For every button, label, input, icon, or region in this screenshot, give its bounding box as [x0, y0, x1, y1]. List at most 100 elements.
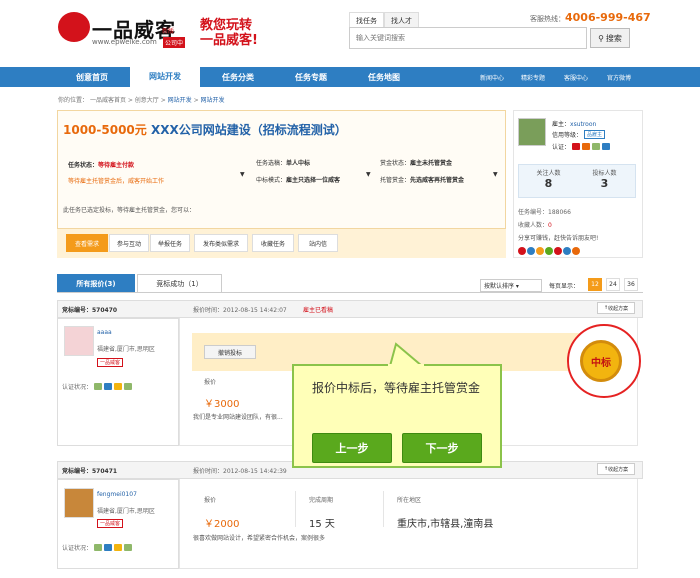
employer-auth: 认证：: [552, 142, 611, 151]
task-mode-label: 中标模式：: [256, 177, 287, 184]
period-value: 15 天: [309, 519, 335, 530]
user-name[interactable]: fengmei0107: [97, 491, 137, 498]
stat-follow-value: 8: [544, 177, 553, 190]
user-location: 福建省,厦门市,思明区: [97, 346, 155, 353]
tab-publish-similar[interactable]: 发布类似需求: [194, 234, 248, 252]
nav-right-weibo[interactable]: 官方微博: [607, 67, 631, 87]
employer-avatar[interactable]: [518, 118, 546, 146]
page-size-12[interactable]: 12: [588, 278, 602, 291]
price-label: 报价: [204, 497, 217, 504]
fav-count-value: 0: [548, 222, 552, 229]
user-name[interactable]: aaaa: [97, 329, 112, 336]
tab-interact[interactable]: 参与互动: [109, 234, 149, 252]
nav-item-creative[interactable]: 创意首页: [57, 67, 127, 87]
task-name: XXX公司网站建设（招标流程测试）: [150, 123, 347, 137]
nav-item-topic[interactable]: 任务专题: [276, 67, 346, 87]
bid-card-header: [57, 300, 643, 318]
page-size-36[interactable]: 36: [624, 278, 638, 291]
task-money: 1000-5000元: [63, 123, 147, 137]
employer-credit: 信用等级： 品雇主: [552, 130, 606, 139]
task-reward-label: 赏金状态：: [380, 160, 411, 167]
employer-auth-icons: [572, 143, 611, 150]
breadcrumb-prefix: 你的位置：: [58, 97, 89, 104]
auth-icon: [124, 544, 133, 551]
employer-credit-badge: 品雇主: [584, 130, 606, 139]
share-icons: [518, 247, 580, 255]
breadcrumb-hall[interactable]: 创意大厅: [135, 97, 159, 104]
task-reward-value: 雇主未托管赏金: [410, 160, 453, 167]
fold-button[interactable]: ↑ 收起方案: [597, 302, 635, 314]
employer-owner-name[interactable]: xsutroon: [570, 121, 596, 128]
cancel-bid-button[interactable]: 撤销投标: [204, 345, 256, 359]
search-input[interactable]: [349, 27, 587, 49]
task-dropdown-1[interactable]: ▼: [240, 171, 245, 178]
nav-item-web-dev[interactable]: 网站开发: [130, 66, 200, 87]
user-auth: 认证状况：: [62, 543, 133, 552]
search-button-label: 搜索: [605, 33, 622, 43]
next-step-button[interactable]: 下一步: [402, 433, 482, 463]
breadcrumb-web[interactable]: 网站开发: [168, 97, 192, 104]
task-status-value: 等待雇主付款: [98, 162, 135, 169]
bid-number: 竞标编号：570471: [62, 468, 118, 475]
search-button[interactable]: ⚲ 搜索: [590, 28, 630, 48]
tab-report[interactable]: 举报任务: [150, 234, 190, 252]
share-qzone-icon[interactable]: [536, 247, 544, 255]
logo-icon[interactable]: [58, 12, 90, 42]
prev-step-button[interactable]: 上一步: [312, 433, 392, 463]
price-value: ￥3000: [204, 399, 240, 410]
fold-label: 收起方案: [608, 305, 629, 312]
price-value: ￥2000: [204, 519, 240, 530]
nav-item-map[interactable]: 任务地图: [349, 67, 419, 87]
hotline-label: 客服热线：: [530, 15, 565, 23]
nav-right-service[interactable]: 客服中心: [564, 67, 588, 87]
auth-icon: [104, 383, 113, 390]
nav-right-news[interactable]: 新闻中心: [480, 67, 504, 87]
fav-count-label: 收藏人数：: [518, 222, 549, 229]
tab-message[interactable]: 站内信: [298, 234, 338, 252]
share-renren-icon[interactable]: [545, 247, 553, 255]
page-size-24[interactable]: 24: [606, 278, 620, 291]
stat-bid-label: 投标人数: [592, 170, 617, 177]
task-dropdown-3[interactable]: ▼: [493, 171, 498, 178]
share-more-icon[interactable]: [572, 247, 580, 255]
slogan-line1: 教您玩转: [200, 18, 253, 33]
sort-select[interactable]: 按默认排序 ▾: [480, 279, 542, 292]
hotline-number: 4006-999-467: [565, 11, 651, 24]
slogan[interactable]: 教您玩转 一品威客!: [200, 18, 258, 48]
share-kaixin-icon[interactable]: [554, 247, 562, 255]
breadcrumb-home[interactable]: 一品威客首页: [90, 97, 126, 104]
tab-favorite[interactable]: 收藏任务: [252, 234, 294, 252]
task-notice: 此任务已选定投标，等待雇主托管赏金，您可以：: [63, 207, 196, 214]
fold-button[interactable]: ↑ 收起方案: [597, 463, 635, 475]
user-avatar[interactable]: [64, 488, 94, 518]
bid-time: 报价时间：2012-08-15 14:42:39: [193, 468, 287, 475]
logo-badge: 公司中: [163, 37, 186, 48]
bid-desc: 我们是专业网站建设团队，有很...: [193, 414, 283, 421]
user-avatar[interactable]: [64, 326, 94, 356]
nav-item-category[interactable]: 任务分类: [203, 67, 273, 87]
user-auth-label: 认证状况：: [62, 545, 93, 552]
auth-icon: [124, 383, 133, 390]
share-douban-icon[interactable]: [563, 247, 571, 255]
task-dropdown-2[interactable]: ▼: [366, 171, 371, 178]
bid-desc: 很喜欢做网站设计，希望紧密合作机会，案例很多: [193, 535, 326, 542]
tab-win-bids[interactable]: 竞标成功（1）: [137, 274, 222, 293]
win-medal-icon: 中标: [580, 340, 622, 382]
task-number-label: 任务编号：: [518, 209, 549, 216]
bid-status: 雇主已看稿: [303, 307, 334, 314]
nav-right-topic[interactable]: 精彩专题: [521, 67, 545, 87]
breadcrumb-current[interactable]: 网站开发: [201, 97, 225, 104]
share-qq-icon[interactable]: [527, 247, 535, 255]
stat-bid: 投标人数 3: [577, 168, 632, 190]
user-auth: 认证状况：: [62, 382, 133, 391]
tab-view-requirement[interactable]: 查看需求: [66, 234, 108, 252]
share-weibo-icon[interactable]: [518, 247, 526, 255]
user-auth-label: 认证状况：: [62, 384, 93, 391]
user-auth-icons: [94, 544, 133, 551]
task-reward-state: 赏金状态：雇主未托管赏金: [380, 158, 452, 167]
medal-label: 中标: [591, 357, 611, 369]
user-level-badge: 一品威客: [97, 519, 124, 528]
auth-icon: [114, 544, 123, 551]
stat-follow-label: 关注人数: [536, 170, 561, 177]
tab-all-bids[interactable]: 所有报价(3): [57, 274, 135, 293]
